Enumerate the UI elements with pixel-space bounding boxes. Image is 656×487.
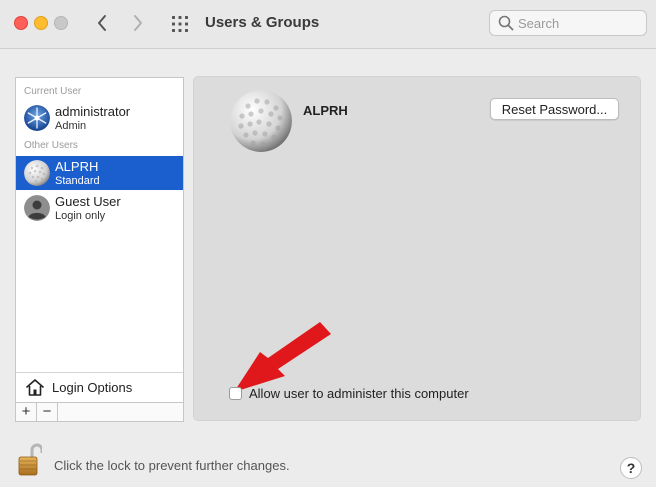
window-title: Users & Groups — [205, 14, 320, 31]
minimize-window-button[interactable] — [34, 16, 48, 30]
user-name: ALPRH — [55, 159, 99, 174]
lock-open-icon[interactable] — [18, 443, 42, 477]
snowflake-avatar — [24, 105, 50, 131]
grid-icon — [172, 16, 188, 32]
login-options-item[interactable]: Login Options — [16, 372, 183, 402]
add-user-button[interactable]: + — [16, 403, 37, 421]
title-bar: Users & Groups — [0, 0, 656, 49]
user-role: Login only — [55, 210, 106, 222]
remove-user-button[interactable]: − — [37, 403, 58, 421]
user-name: administrator — [55, 104, 131, 119]
user-role: Admin — [55, 120, 87, 132]
reset-password-button[interactable]: Reset Password... — [490, 98, 619, 120]
add-remove-bar: + − — [16, 402, 183, 421]
user-name: Guest User — [55, 194, 121, 209]
login-options-label: Login Options — [52, 380, 133, 395]
users-sidebar: Current User administrator Admin Other U… — [15, 77, 184, 422]
user-row-administrator[interactable]: administrator Admin — [16, 101, 183, 135]
allow-admin-label[interactable]: Allow user to administer this computer — [249, 386, 469, 401]
show-all-grid-button[interactable] — [170, 14, 190, 34]
user-row-alprh[interactable]: ALPRH Standard — [16, 156, 183, 190]
guest-silhouette-avatar — [24, 195, 50, 221]
user-detail-panel: ALPRH Reset Password... Allow user to ad… — [193, 76, 641, 421]
chevron-left-icon — [98, 15, 106, 31]
other-users-section-label: Other Users — [24, 140, 78, 151]
forward-button[interactable] — [126, 10, 150, 36]
chevron-right-icon — [134, 15, 142, 31]
user-display-name: ALPRH — [303, 103, 348, 118]
user-role: Standard — [55, 175, 100, 187]
lock-status-text: Click the lock to prevent further change… — [54, 458, 290, 473]
golf-ball-user-picture[interactable] — [230, 90, 292, 152]
back-button[interactable] — [90, 10, 114, 36]
search-field[interactable] — [489, 10, 647, 36]
allow-admin-checkbox[interactable] — [229, 387, 242, 400]
zoom-window-button[interactable] — [54, 16, 68, 30]
search-icon — [498, 15, 514, 31]
house-icon — [26, 379, 44, 396]
golf-ball-avatar — [24, 160, 50, 186]
user-row-guest[interactable]: Guest User Login only — [16, 191, 183, 225]
search-input[interactable] — [518, 14, 638, 32]
users-groups-window: Users & Groups Current User — [0, 0, 656, 487]
help-button[interactable]: ? — [620, 457, 642, 479]
close-window-button[interactable] — [14, 16, 28, 30]
current-user-section-label: Current User — [24, 86, 82, 97]
